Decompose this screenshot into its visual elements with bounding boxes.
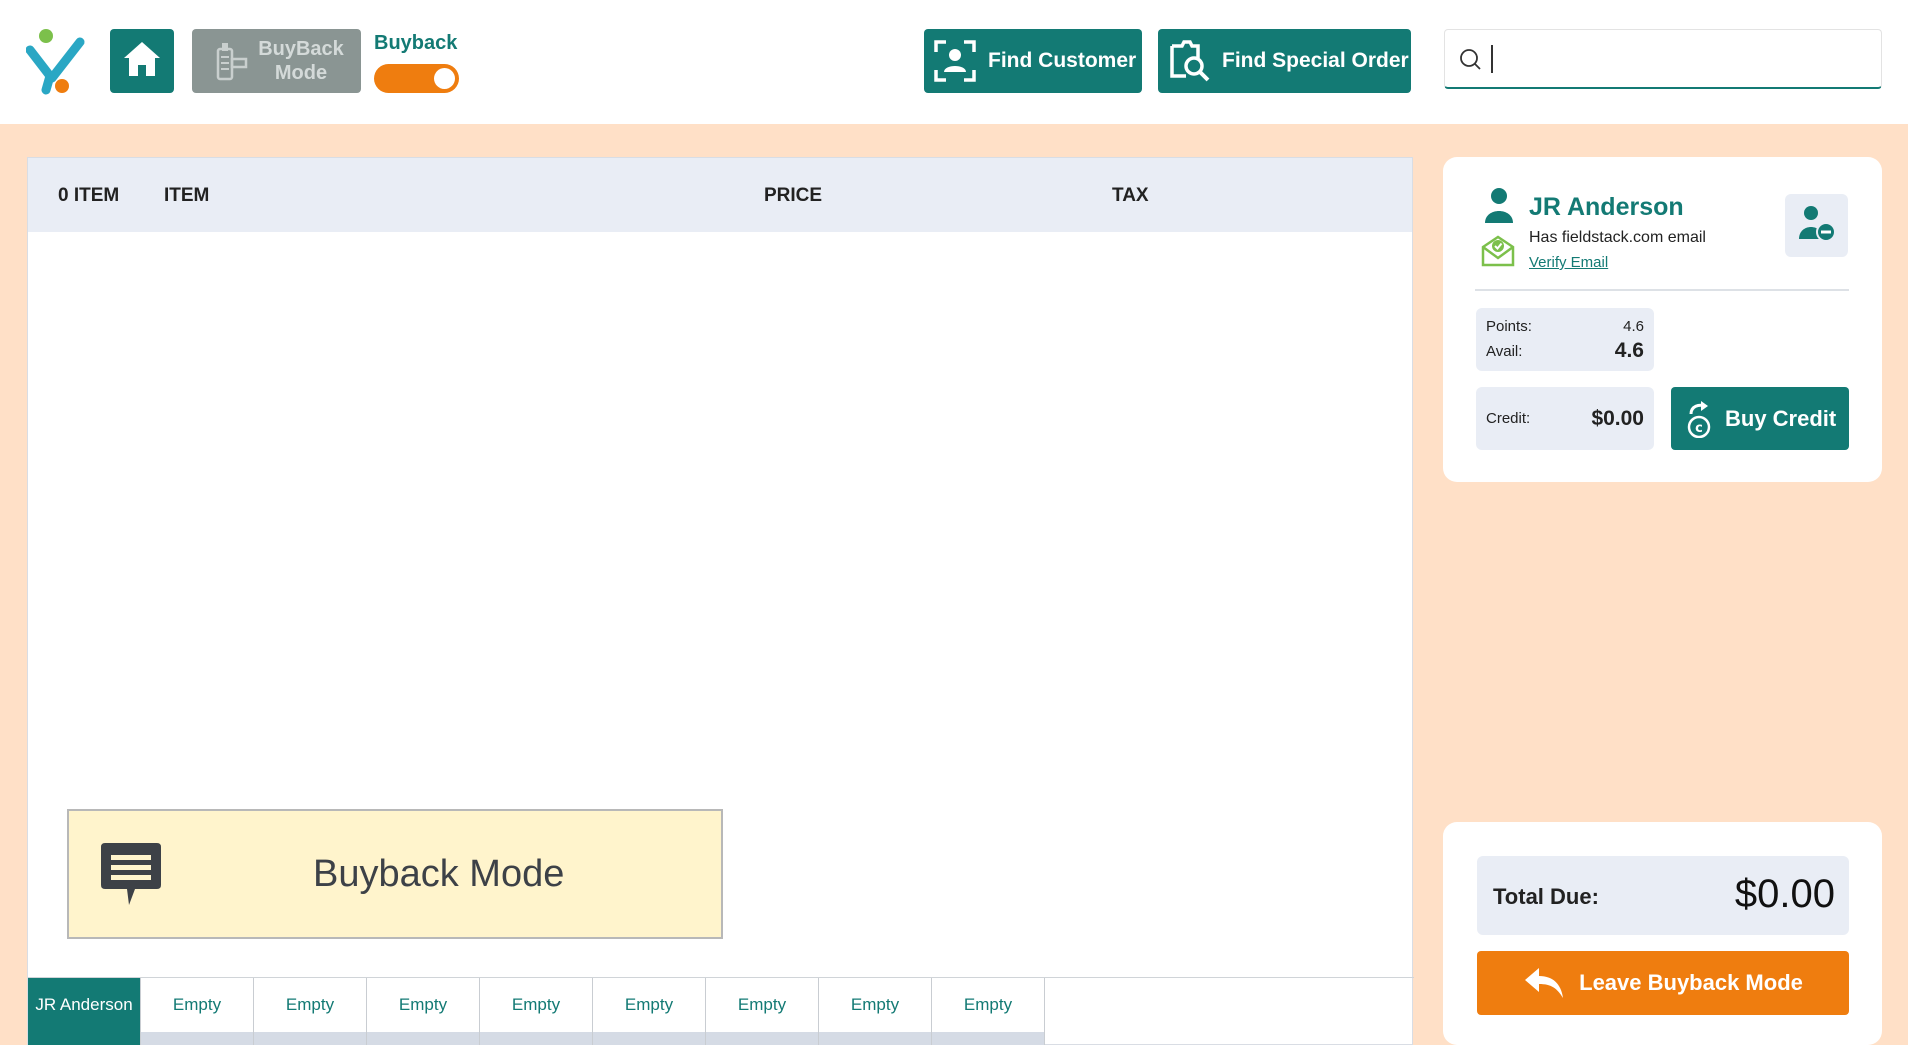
notice-text: Buyback Mode <box>313 852 565 895</box>
tab-strip <box>593 1032 706 1045</box>
find-special-order-button[interactable]: Find Special Order <box>1158 29 1411 93</box>
toggle-knob <box>434 68 455 89</box>
search-icon <box>1459 48 1481 70</box>
search-bar[interactable] <box>1444 29 1882 89</box>
points-label: Points: <box>1486 318 1532 335</box>
message-icon <box>99 841 163 907</box>
tab-customer-9[interactable]: Empty <box>932 978 1045 1032</box>
buyback-mode-notice: Buyback Mode <box>67 809 723 939</box>
price-column-header: PRICE <box>764 185 823 206</box>
svg-text:c: c <box>1695 421 1703 436</box>
points-value: 4.6 <box>1623 318 1644 335</box>
order-search-icon <box>1168 40 1210 82</box>
buy-credit-button[interactable]: c Buy Credit <box>1671 387 1849 450</box>
total-due-value: $0.00 <box>1734 872 1835 916</box>
customer-name: JR Anderson <box>1529 193 1684 221</box>
find-customer-label: Find Customer <box>988 49 1137 72</box>
item-column-header: ITEM <box>164 185 210 206</box>
person-icon <box>1483 187 1515 228</box>
tab-strip <box>367 1032 480 1045</box>
credit-label: Credit: <box>1486 410 1531 427</box>
leave-buyback-mode-button[interactable]: Leave Buyback Mode <box>1477 951 1849 1015</box>
tab-customer-4[interactable]: Empty <box>367 978 480 1032</box>
tab-customer-8[interactable]: Empty <box>819 978 932 1032</box>
search-input[interactable] <box>1502 44 1881 73</box>
avail-label: Avail: <box>1486 343 1523 360</box>
credit-box: Credit: $0.00 <box>1476 387 1654 450</box>
avail-value: 4.6 <box>1614 339 1644 362</box>
tab-customer-1[interactable]: JR Anderson <box>28 978 141 1032</box>
total-due-label: Total Due: <box>1493 884 1599 909</box>
email-verified-icon <box>1481 233 1515 272</box>
total-card: Total Due: $0.00 Leave Buyback Mode <box>1443 822 1882 1045</box>
cart-panel: 0 ITEM ITEM PRICE TAX Buyback Mode JR An… <box>27 157 1414 1045</box>
text-caret <box>1491 44 1493 73</box>
tax-column-header: TAX <box>1112 185 1149 206</box>
tab-strip <box>141 1032 254 1045</box>
buy-credit-label: Buy Credit <box>1725 405 1837 431</box>
find-customer-button[interactable]: Find Customer <box>924 29 1142 93</box>
buyback-mode-label: BuyBack Mode <box>258 38 344 84</box>
tab-strip <box>819 1032 932 1045</box>
customer-tabs: JR Anderson Empty Empty Empty Empty Empt… <box>28 977 1414 1045</box>
tab-customer-6[interactable]: Empty <box>593 978 706 1032</box>
buyback-toggle[interactable] <box>374 64 459 93</box>
tab-strip <box>480 1032 593 1045</box>
tab-customer-2[interactable]: Empty <box>141 978 254 1032</box>
cart-table-header: 0 ITEM ITEM PRICE TAX <box>28 158 1412 232</box>
home-icon <box>122 40 162 83</box>
cash-register-icon <box>206 41 256 81</box>
credit-coin-icon: c <box>1685 400 1713 438</box>
verify-email-link[interactable]: Verify Email <box>1529 254 1608 271</box>
email-status: Has fieldstack.com email <box>1529 229 1706 246</box>
card-divider <box>1475 289 1849 291</box>
tab-customer-3[interactable]: Empty <box>254 978 367 1032</box>
user-remove-icon <box>1797 203 1837 248</box>
tab-customer-5[interactable]: Empty <box>480 978 593 1032</box>
user-scan-icon <box>934 40 976 82</box>
tab-customer-7[interactable]: Empty <box>706 978 819 1032</box>
tab-strip <box>706 1032 819 1045</box>
customer-card: JR Anderson Has fieldstack.com email Ver… <box>1443 157 1882 482</box>
tab-strip <box>28 1032 141 1045</box>
tab-strip <box>254 1032 367 1045</box>
find-special-order-label: Find Special Order <box>1222 49 1409 72</box>
remove-customer-button[interactable] <box>1785 194 1848 257</box>
leave-buyback-label: Leave Buyback Mode <box>1579 970 1803 995</box>
app-logo <box>25 28 90 96</box>
credit-value: $0.00 <box>1591 407 1644 430</box>
buyback-mode-button[interactable]: BuyBack Mode <box>192 29 361 93</box>
top-bar: BuyBack Mode Buyback Find Customer Find … <box>0 0 1908 124</box>
points-box: Points: 4.6 Avail: 4.6 <box>1476 308 1654 371</box>
buyback-toggle-label: Buyback <box>374 32 458 54</box>
tab-strip <box>932 1032 1045 1045</box>
reply-arrow-icon <box>1523 966 1565 1000</box>
home-button[interactable] <box>110 29 174 93</box>
total-due-box: Total Due: $0.00 <box>1477 856 1849 935</box>
item-count-header: 0 ITEM <box>58 185 120 206</box>
